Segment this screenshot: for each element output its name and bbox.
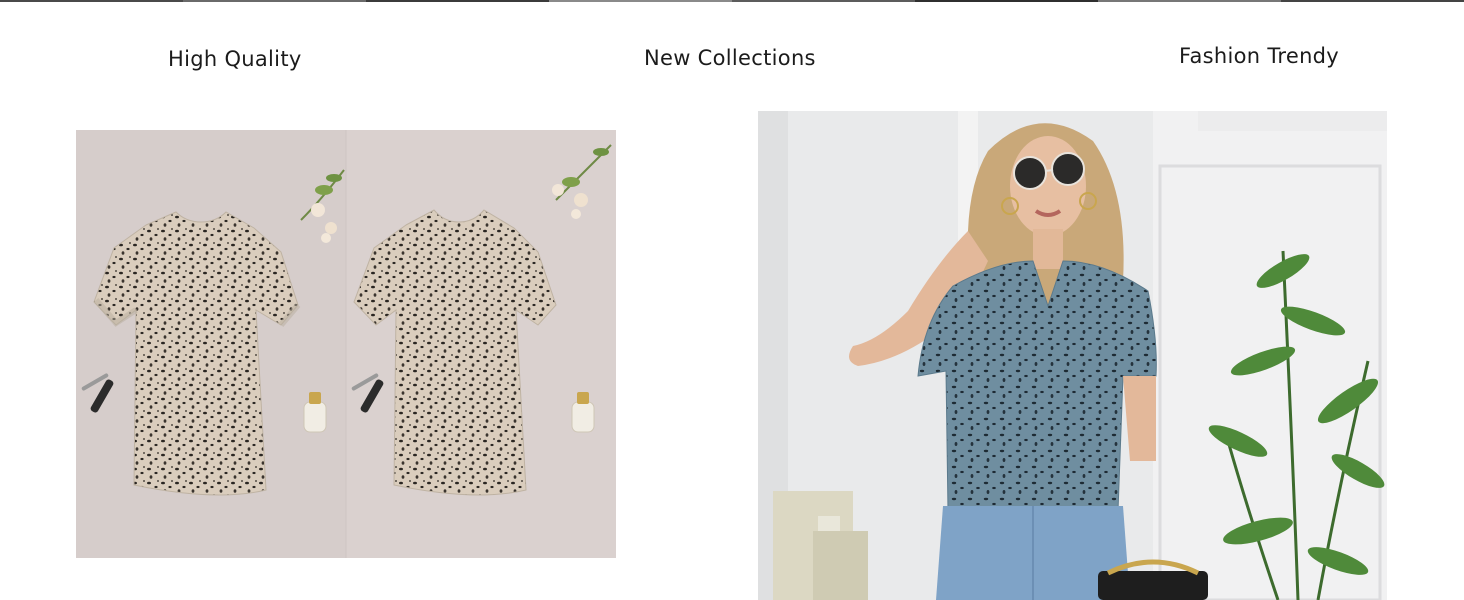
flatlay-product-image	[76, 130, 616, 558]
woman-in-blue-print-blouse-image	[758, 111, 1387, 600]
leopard-print-blouse-flatlay-image	[76, 130, 616, 558]
heading-high-quality: High Quality	[168, 47, 302, 71]
heading-fashion-trendy: Fashion Trendy	[1179, 44, 1340, 68]
heading-new-collections: New Collections	[644, 46, 816, 70]
model-photo	[758, 111, 1387, 600]
top-image-strip	[0, 0, 1464, 2]
